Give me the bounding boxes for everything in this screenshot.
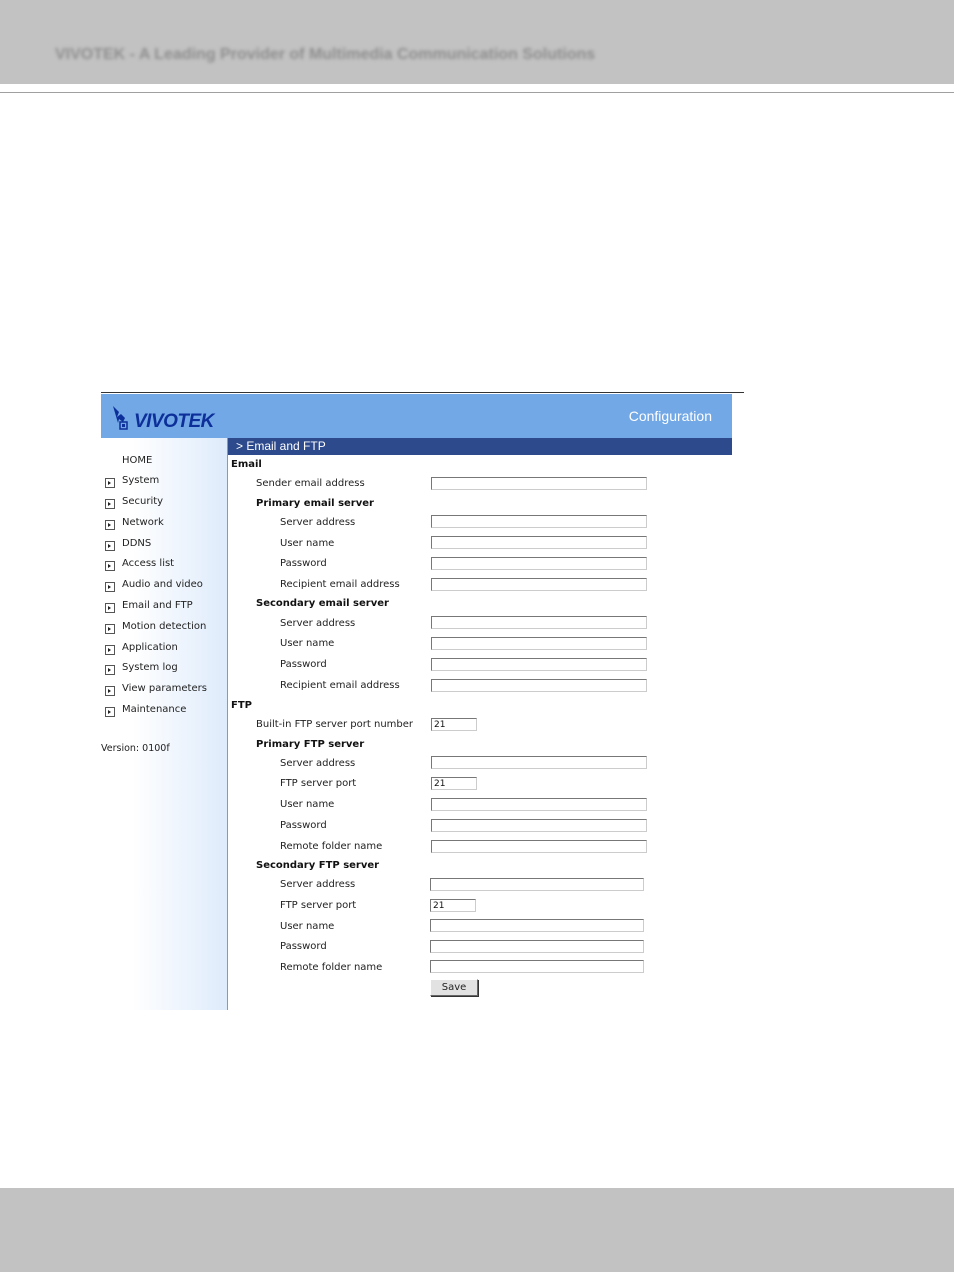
sidebar-item-label: Application xyxy=(122,642,178,653)
sidebar-item-label: Access list xyxy=(122,558,175,569)
secondary-ftp-port-label: FTP server port xyxy=(280,900,357,911)
sidebar: HOME System Security Network DDNS Access… xyxy=(101,438,227,1010)
primary-email-user-input[interactable] xyxy=(431,536,647,549)
sidebar-divider xyxy=(227,438,228,1010)
secondary-ftp-heading: Secondary FTP server xyxy=(256,860,380,871)
sidebar-item-label: Security xyxy=(122,496,164,507)
primary-ftp-user-input[interactable] xyxy=(431,798,647,811)
sidebar-item-security[interactable]: Security xyxy=(101,496,227,512)
sidebar-item-maintenance[interactable]: Maintenance xyxy=(101,704,227,720)
sidebar-item-network[interactable]: Network xyxy=(101,517,227,533)
section-header: > Email and FTP xyxy=(228,438,732,455)
sidebar-item-label: System log xyxy=(122,662,178,673)
sidebar-item-label: Network xyxy=(122,517,164,528)
logo-text: VIVOTEK xyxy=(134,411,214,432)
sidebar-item-label: Email and FTP xyxy=(122,600,193,611)
primary-email-heading: Primary email server xyxy=(256,498,374,509)
header-divider xyxy=(0,92,954,93)
document-header: VIVOTEK - A Leading Provider of Multimed… xyxy=(0,0,954,84)
sidebar-item-access-list[interactable]: Access list xyxy=(101,558,227,574)
secondary-email-password-input[interactable] xyxy=(431,658,647,671)
primary-ftp-server-label: Server address xyxy=(280,758,356,769)
primary-ftp-password-input[interactable] xyxy=(431,819,647,832)
primary-email-server-label: Server address xyxy=(280,517,356,528)
secondary-ftp-user-label: User name xyxy=(280,921,335,932)
sidebar-item-label: System xyxy=(122,475,160,486)
version-label: Version: 0100f xyxy=(101,743,170,754)
arrow-right-icon xyxy=(105,499,115,509)
frame-top-line xyxy=(101,392,744,393)
secondary-recipient-input[interactable] xyxy=(431,679,647,692)
sidebar-item-email-ftp[interactable]: Email and FTP xyxy=(101,600,227,616)
primary-ftp-password-label: Password xyxy=(280,820,327,831)
primary-recipient-input[interactable] xyxy=(431,578,647,591)
primary-email-password-input[interactable] xyxy=(431,557,647,570)
secondary-ftp-folder-input[interactable] xyxy=(430,960,644,973)
sidebar-item-label: View parameters xyxy=(122,683,207,694)
secondary-ftp-password-label: Password xyxy=(280,941,327,952)
secondary-ftp-port-input[interactable] xyxy=(430,899,476,912)
secondary-ftp-user-input[interactable] xyxy=(430,919,644,932)
primary-ftp-server-input[interactable] xyxy=(431,756,647,769)
primary-email-user-label: User name xyxy=(280,538,335,549)
save-button[interactable]: Save xyxy=(430,979,478,996)
primary-ftp-heading: Primary FTP server xyxy=(256,739,365,750)
sidebar-item-label: Maintenance xyxy=(122,704,187,715)
secondary-recipient-label: Recipient email address xyxy=(280,680,400,691)
builtin-ftp-port-label: Built-in FTP server port number xyxy=(256,719,414,730)
secondary-ftp-folder-label: Remote folder name xyxy=(280,962,383,973)
secondary-email-user-input[interactable] xyxy=(431,637,647,650)
configuration-title: Configuration xyxy=(628,408,712,424)
primary-email-password-label: Password xyxy=(280,558,327,569)
arrow-right-icon xyxy=(105,603,115,613)
sidebar-item-application[interactable]: Application xyxy=(101,642,227,658)
arrow-right-icon xyxy=(105,624,115,634)
sidebar-item-view-parameters[interactable]: View parameters xyxy=(101,683,227,699)
primary-ftp-user-label: User name xyxy=(280,799,335,810)
sidebar-item-system-log[interactable]: System log xyxy=(101,662,227,678)
secondary-email-server-input[interactable] xyxy=(431,616,647,629)
builtin-ftp-port-input[interactable] xyxy=(431,718,477,731)
document-header-text: VIVOTEK - A Leading Provider of Multimed… xyxy=(55,46,596,63)
secondary-email-heading: Secondary email server xyxy=(256,598,389,609)
secondary-email-user-label: User name xyxy=(280,638,335,649)
email-heading: Email xyxy=(231,459,262,470)
primary-email-server-input[interactable] xyxy=(431,515,647,528)
primary-ftp-port-label: FTP server port xyxy=(280,778,357,789)
sidebar-item-label: Audio and video xyxy=(122,579,203,590)
arrow-right-icon xyxy=(105,541,115,551)
secondary-ftp-server-label: Server address xyxy=(280,879,356,890)
arrow-right-icon xyxy=(105,582,115,592)
secondary-email-password-label: Password xyxy=(280,659,327,670)
sidebar-item-home[interactable]: HOME xyxy=(122,455,152,466)
sidebar-item-label: DDNS xyxy=(122,538,152,549)
sidebar-item-motion-detection[interactable]: Motion detection xyxy=(101,621,227,637)
banner: VIVOTEK Configuration xyxy=(101,394,732,438)
arrow-right-icon xyxy=(105,686,115,696)
arrow-right-icon xyxy=(105,707,115,717)
secondary-ftp-server-input[interactable] xyxy=(430,878,644,891)
ftp-heading: FTP xyxy=(231,700,252,711)
arrow-right-icon xyxy=(105,561,115,571)
secondary-ftp-password-input[interactable] xyxy=(430,940,644,953)
section-title: > Email and FTP xyxy=(236,439,326,453)
primary-ftp-port-input[interactable] xyxy=(431,777,477,790)
sidebar-item-ddns[interactable]: DDNS xyxy=(101,538,227,554)
arrow-right-icon xyxy=(105,520,115,530)
sidebar-item-system[interactable]: System xyxy=(101,475,227,491)
sidebar-item-label: Motion detection xyxy=(122,621,207,632)
arrow-right-icon xyxy=(105,645,115,655)
document-footer xyxy=(0,1188,954,1272)
sender-email-input[interactable] xyxy=(431,477,647,490)
secondary-email-server-label: Server address xyxy=(280,618,356,629)
sender-email-label: Sender email address xyxy=(256,478,365,489)
arrow-right-icon xyxy=(105,665,115,675)
primary-ftp-folder-input[interactable] xyxy=(431,840,647,853)
primary-recipient-label: Recipient email address xyxy=(280,579,400,590)
arrow-right-icon xyxy=(105,478,115,488)
sidebar-item-audio-video[interactable]: Audio and video xyxy=(101,579,227,595)
primary-ftp-folder-label: Remote folder name xyxy=(280,841,383,852)
